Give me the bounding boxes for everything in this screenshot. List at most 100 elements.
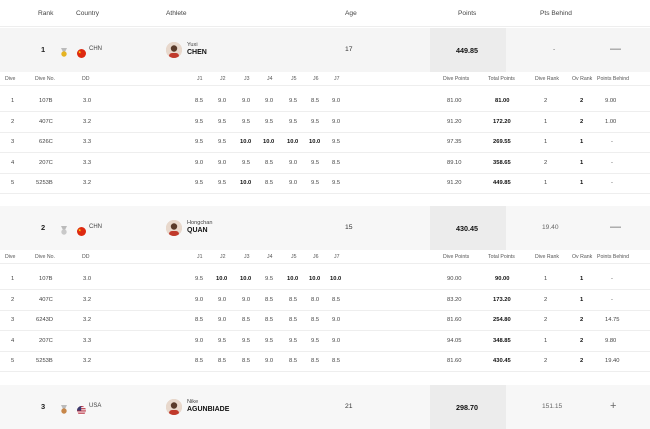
judge-score: 8.5 [289,358,298,364]
dive-code: 407C [39,118,53,125]
points-behind: - [611,139,613,145]
judge-header: J6 [313,76,319,82]
judge-header: J4 [267,76,273,82]
dive-header-dd: DD [82,76,90,82]
dive-row [0,160,650,170]
judge-score: 10.0 [309,139,321,145]
athlete-last-name[interactable]: QUAN [187,227,208,235]
country-code: CHN [89,46,102,52]
judge-score: 8.0 [311,296,320,303]
points-behind: - [611,276,613,282]
expand-icon[interactable]: + [610,401,616,412]
judge-score: 9.0 [289,180,298,186]
divider [0,371,650,372]
dive-number: 5 [11,180,15,186]
bronze-medal-icon [60,401,68,414]
judge-score: 8.5 [265,180,274,186]
usa-flag-icon [77,402,86,415]
judge-score: 9.0 [218,159,227,166]
dive-rank: 2 [544,98,548,104]
points-value: 430.45 [456,224,478,233]
judge-header: J7 [334,76,340,82]
judge-score: 9.0 [289,159,298,166]
judge-score: 9.5 [265,276,274,282]
header-country: Country [76,10,100,17]
athlete-last-name[interactable]: CHEN [187,49,207,57]
judge-score: 9.0 [218,98,227,104]
degree-of-difficulty: 3.3 [83,139,92,145]
dive-rank: 2 [544,317,548,323]
judge-header: J1 [197,254,203,260]
judge-score: 9.5 [242,118,251,125]
overall-rank: 1 [580,180,584,186]
judge-score: 9.5 [218,180,227,186]
china-flag-icon [77,45,86,58]
rank-value: 2 [41,223,46,232]
judge-score: 9.0 [242,98,251,104]
total-points: 172.20 [493,118,511,125]
degree-of-difficulty: 3.2 [83,317,92,323]
divider [0,330,650,331]
judge-score: 9.0 [265,98,274,104]
judge-score: 8.5 [195,317,204,323]
athlete-avatar[interactable] [166,42,182,58]
judge-score: 8.5 [332,159,341,166]
dive-code: 5253B [36,358,53,364]
athlete-last-name[interactable]: AGUNBIADE [187,406,229,414]
dive-header-dd: DD [82,254,90,260]
judge-score: 9.5 [332,180,341,186]
judge-score: 9.5 [332,139,341,145]
collapse-icon[interactable]: — [610,44,621,55]
header-points: Points [458,10,477,17]
rank-value: 1 [41,45,46,54]
degree-of-difficulty: 3.3 [83,159,92,166]
athlete-avatar[interactable] [166,220,182,236]
header-athlete: Athlete [166,10,187,17]
judge-score: 9.0 [218,317,227,323]
divider [0,85,650,86]
total-points: 173.20 [493,296,511,303]
overall-rank: 1 [580,159,584,166]
total-points: 348.85 [493,337,511,344]
divider [0,193,650,194]
judge-score: 9.5 [218,337,227,344]
judge-score: 9.5 [195,276,204,282]
dive-code: 626C [39,139,53,145]
overall-rank: 1 [580,276,584,282]
dive-rank: 1 [544,139,548,145]
dive-row [0,180,650,190]
judge-score: 9.0 [242,296,251,303]
athlete-avatar[interactable] [166,399,182,415]
judge-score: 8.5 [311,98,320,104]
dive-header-dive: Dive [5,76,16,82]
dive-rank: 2 [544,296,548,303]
dive-number: 5 [11,358,15,364]
dive-code: 107B [39,276,53,282]
divider [0,131,650,133]
dive-points: 94.05 [447,337,462,344]
judge-score: 9.0 [332,317,341,323]
dive-code: 5253B [36,180,53,186]
judge-score: 9.5 [195,118,204,125]
total-points: 358.65 [493,159,511,166]
dive-header-ov-rank: Ov Rank [572,76,593,82]
judge-score: 8.5 [265,317,274,323]
judge-score: 9.5 [311,159,320,166]
judge-score: 9.5 [311,337,320,344]
dive-code: 207C [39,159,53,166]
judge-header: J3 [244,76,250,82]
points-value: 298.70 [456,403,478,412]
judge-header: J2 [220,254,226,260]
divider [0,289,650,290]
total-points: 81.00 [495,98,510,104]
points-behind: 14.75 [605,317,620,323]
dive-header-points-behind: Points Behind [597,254,630,260]
collapse-icon[interactable]: — [610,222,621,233]
dive-points: 90.00 [447,276,462,282]
judge-score: 9.5 [195,180,204,186]
dive-row [0,297,650,307]
pts-behind-value: 151.15 [542,403,563,410]
dive-code: 407C [39,296,53,303]
dive-row [0,276,650,286]
dive-header-dive-rank: Dive Rank [535,254,559,260]
